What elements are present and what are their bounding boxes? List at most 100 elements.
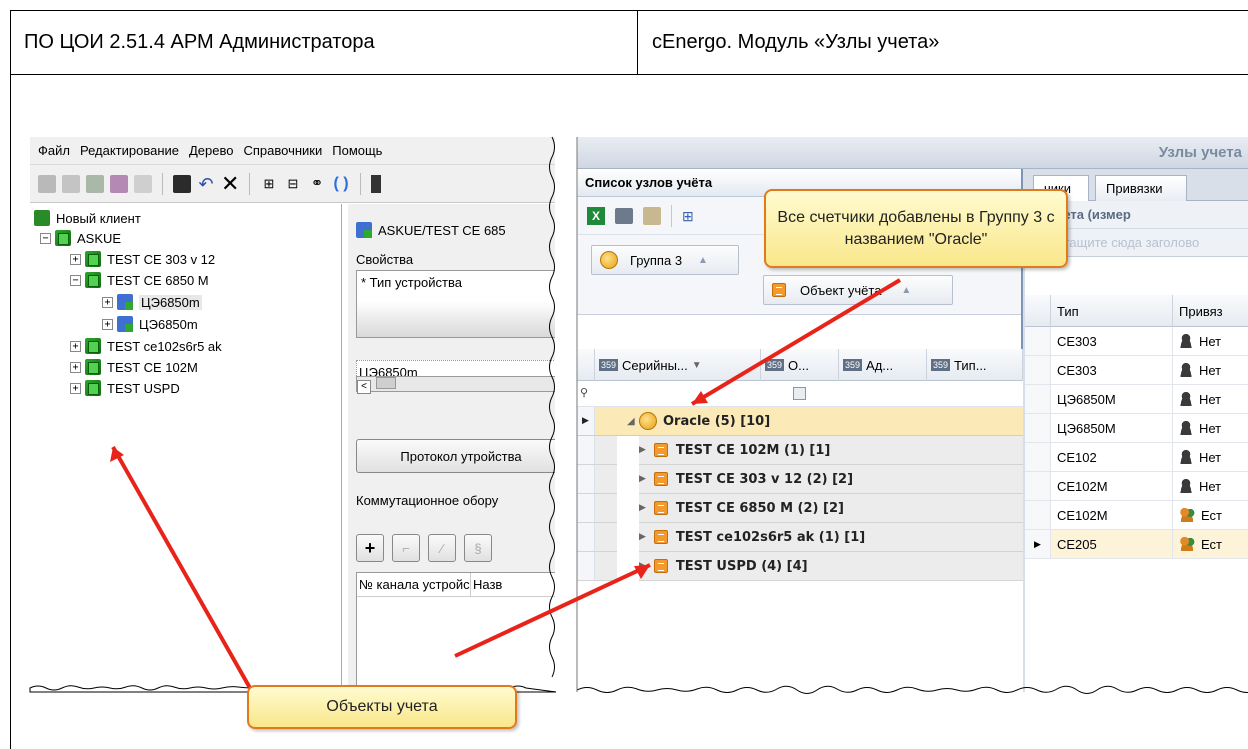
object-chip[interactable]: Объект учёта ▲ bbox=[763, 275, 953, 305]
tree-askue[interactable]: − ASKUE bbox=[40, 228, 121, 248]
collapse-icon[interactable]: ◢ bbox=[627, 416, 635, 427]
meter-row-current[interactable]: ▶ CE205 Ест bbox=[1025, 530, 1248, 559]
meter-icon bbox=[117, 316, 133, 332]
tree-collapse-icon[interactable]: ⊟ bbox=[284, 175, 302, 193]
object-row[interactable]: ▶ TEST ce102s6r5 ak (1) [1] bbox=[577, 522, 1023, 552]
extra-tool-button[interactable]: § bbox=[464, 534, 492, 562]
menu-references[interactable]: Справочники bbox=[239, 143, 328, 158]
tree-item[interactable]: + TEST USPD bbox=[70, 378, 180, 398]
column-header-binding[interactable]: Привяз bbox=[1173, 295, 1248, 327]
collapse-icon[interactable]: − bbox=[40, 232, 51, 244]
filter-row: ⚲ bbox=[577, 381, 1023, 407]
tree-item-child[interactable]: + ЦЭ6850m bbox=[102, 314, 198, 334]
disabled-item-icon[interactable] bbox=[134, 174, 152, 193]
object-row[interactable]: ▶ TEST CE 102M (1) [1] bbox=[577, 435, 1023, 465]
meter-row[interactable]: CE303 Нет bbox=[1025, 327, 1248, 356]
binding-cell: Нет bbox=[1199, 333, 1222, 349]
admin-app-screenshot: Файл Редактирование Дерево Справочники П… bbox=[30, 137, 555, 692]
object-row-label: TEST USPD (4) [4] bbox=[675, 558, 808, 574]
meter-type-cell: ЦЭ6850M bbox=[1051, 414, 1173, 442]
excel-export-icon[interactable]: X bbox=[587, 206, 605, 225]
object-icon bbox=[85, 251, 101, 267]
callout-objects-text: Объекты учета bbox=[326, 698, 438, 715]
meter-row[interactable]: CE102M Ест bbox=[1025, 501, 1248, 530]
add-button[interactable]: + bbox=[356, 534, 384, 562]
expand-icon[interactable]: ▶ bbox=[639, 561, 646, 571]
print-icon[interactable] bbox=[615, 207, 633, 224]
tree-item[interactable]: − TEST CE 6850 M bbox=[70, 270, 209, 290]
protocol-button[interactable]: Протокол утройства bbox=[356, 439, 555, 473]
curve-tool-button[interactable]: ⁄ bbox=[428, 534, 456, 562]
expand-icon[interactable]: + bbox=[102, 296, 113, 308]
column-header-address[interactable]: 359 Ад... bbox=[839, 349, 927, 381]
callout-group-oracle: Все счетчики добавлены в Группу 3 с назв… bbox=[764, 189, 1068, 268]
person-icon bbox=[1179, 450, 1193, 464]
monitor-icon[interactable] bbox=[110, 174, 128, 193]
column-label: Тип bbox=[1057, 303, 1079, 319]
scroll-left-icon[interactable]: < bbox=[357, 380, 371, 394]
expand-icon[interactable]: + bbox=[70, 253, 81, 265]
toolbar-separator bbox=[671, 204, 672, 227]
collapse-icon[interactable]: − bbox=[70, 274, 81, 286]
menu-edit[interactable]: Редактирование bbox=[76, 143, 185, 158]
tree-root[interactable]: Новый клиент bbox=[34, 208, 141, 228]
device-type-box[interactable]: * Тип устройства bbox=[356, 270, 555, 338]
column-header-type[interactable]: Тип bbox=[1051, 295, 1173, 327]
exit-icon[interactable] bbox=[371, 174, 381, 193]
undo-icon[interactable]: ↶ bbox=[197, 175, 215, 193]
menu-tree[interactable]: Дерево bbox=[185, 143, 239, 158]
meter-row[interactable]: ЦЭ6850M Нет bbox=[1025, 385, 1248, 414]
binoculars-icon[interactable]: ⚭ bbox=[308, 175, 326, 193]
column-header-serial[interactable]: 359 Серийны... ▼ bbox=[595, 349, 761, 381]
row-indicator bbox=[1025, 385, 1051, 413]
menu-file[interactable]: Файл bbox=[34, 143, 76, 158]
delete-icon[interactable]: ✕ bbox=[221, 172, 239, 194]
settings-icon[interactable] bbox=[643, 206, 661, 225]
tree-item[interactable]: + TEST CE 303 v 12 bbox=[70, 249, 215, 269]
menu-help[interactable]: Помощь bbox=[328, 143, 388, 158]
group-chip[interactable]: Группа 3 ▲ bbox=[591, 245, 739, 275]
disabled-add-icon[interactable] bbox=[38, 174, 56, 193]
row-indicator bbox=[577, 436, 595, 464]
meter-row[interactable]: ЦЭ6850M Нет bbox=[1025, 414, 1248, 443]
expand-icon[interactable]: ▶ bbox=[639, 532, 646, 542]
expand-icon[interactable]: + bbox=[70, 361, 81, 373]
current-row-icon: ▶ bbox=[577, 407, 595, 435]
toolbar: ↶ ✕ ⊞ ⊟ ⚭ ( ) bbox=[30, 165, 555, 203]
tree-item[interactable]: + TEST CE 102M bbox=[70, 357, 198, 377]
expand-icon[interactable]: ▶ bbox=[639, 474, 646, 484]
tree-item-child-selected[interactable]: + ЦЭ6850m bbox=[102, 292, 202, 312]
disabled-copy-icon[interactable] bbox=[62, 174, 80, 193]
checkbox-filter[interactable] bbox=[793, 387, 806, 400]
line-tool-button[interactable]: ⌐ bbox=[392, 534, 420, 562]
row-indicator bbox=[577, 552, 595, 580]
group-row-oracle[interactable]: ▶ ◢ Oracle (5) [10] bbox=[577, 407, 1023, 436]
expand-icon[interactable]: ▶ bbox=[639, 503, 646, 513]
horizontal-scrollbar[interactable]: < bbox=[356, 376, 555, 394]
group-icon[interactable]: ⊞ bbox=[682, 207, 700, 225]
filter-icon[interactable]: ▼ bbox=[692, 360, 702, 371]
name-column-header[interactable]: Назв bbox=[471, 573, 504, 596]
expand-icon[interactable]: + bbox=[70, 382, 81, 394]
group-icon bbox=[600, 251, 618, 269]
column-header-o[interactable]: 359 О... bbox=[761, 349, 839, 381]
meter-row[interactable]: CE102M Нет bbox=[1025, 472, 1248, 501]
row-indicator bbox=[1025, 501, 1051, 529]
channel-column-header[interactable]: № канала устройс bbox=[357, 573, 471, 596]
tab-bindings[interactable]: Привязки bbox=[1095, 175, 1187, 201]
object-row[interactable]: ▶ TEST CE 6850 M (2) [2] bbox=[577, 493, 1023, 523]
expand-icon[interactable]: ▶ bbox=[639, 445, 646, 455]
meter-row[interactable]: CE303 Нет bbox=[1025, 356, 1248, 385]
refresh-icon[interactable]: ( ) bbox=[332, 175, 350, 193]
disabled-device-icon[interactable] bbox=[86, 174, 104, 193]
object-row[interactable]: ▶ TEST USPD (4) [4] bbox=[577, 551, 1023, 581]
scroll-thumb[interactable] bbox=[375, 377, 396, 389]
object-row[interactable]: ▶ TEST CE 303 v 12 (2) [2] bbox=[577, 464, 1023, 494]
tree-expand-icon[interactable]: ⊞ bbox=[260, 175, 278, 193]
column-header-type[interactable]: 359 Тип... bbox=[927, 349, 1023, 381]
expand-icon[interactable]: + bbox=[102, 318, 113, 330]
save-icon[interactable] bbox=[173, 174, 191, 193]
tree-item[interactable]: + TEST ce102s6r5 ak bbox=[70, 336, 222, 356]
expand-icon[interactable]: + bbox=[70, 340, 81, 352]
meter-row[interactable]: CE102 Нет bbox=[1025, 443, 1248, 472]
